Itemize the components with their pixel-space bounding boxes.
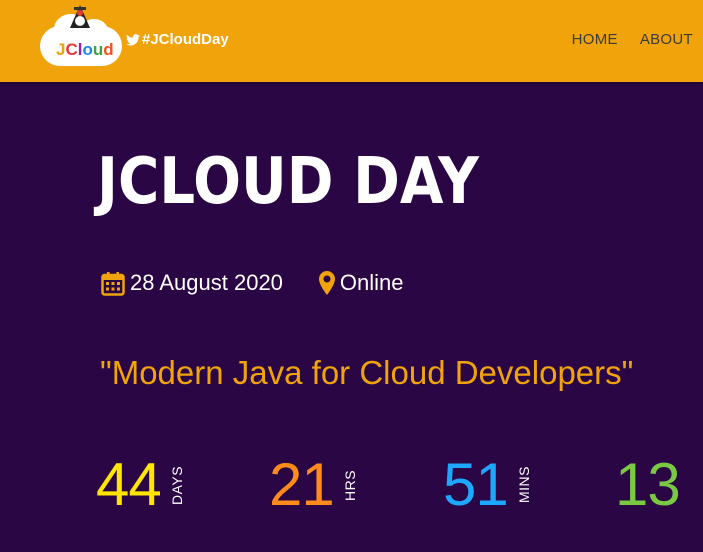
event-meta: 28 August 2020 Online [101, 270, 404, 296]
countdown-minutes-value: 51 [443, 451, 509, 518]
countdown-days-value: 44 [96, 451, 162, 518]
event-title: JCLOUD DAY [97, 145, 479, 219]
event-location: Online [318, 270, 404, 296]
duke-mascot-icon [70, 5, 90, 28]
nav-about-link[interactable]: ABOUT [640, 31, 693, 48]
hashtag-text: #JCloudDay [142, 31, 229, 48]
site-logo[interactable]: JCloud [40, 4, 124, 66]
navbar: JCloud #JCloudDay HOME ABOUT [0, 0, 703, 82]
map-marker-icon [318, 271, 335, 295]
countdown-hours-value: 21 [269, 451, 335, 518]
countdown-days: 44 DAYS [96, 455, 185, 515]
countdown-minutes-label: MINS [515, 466, 532, 504]
nav-home-link[interactable]: HOME [572, 31, 618, 48]
countdown-seconds: 13 [615, 451, 681, 518]
event-date-text: 28 August 2020 [130, 270, 283, 295]
twitter-hashtag-link[interactable]: #JCloudDay [126, 31, 229, 48]
event-tagline: "Modern Java for Cloud Developers" [100, 354, 634, 391]
calendar-icon [101, 271, 125, 296]
event-date: 28 August 2020 [101, 270, 283, 296]
logo-text: JCloud [56, 40, 114, 59]
countdown-minutes: 51 MINS [443, 455, 532, 515]
twitter-icon [126, 33, 140, 46]
countdown-hours-label: HRS [341, 469, 358, 501]
countdown-hours: 21 HRS [269, 455, 358, 515]
nav-menu: HOME ABOUT [572, 31, 693, 48]
event-location-text: Online [339, 270, 404, 295]
countdown-days-label: DAYS [168, 465, 185, 505]
countdown-seconds-value: 13 [615, 451, 681, 518]
